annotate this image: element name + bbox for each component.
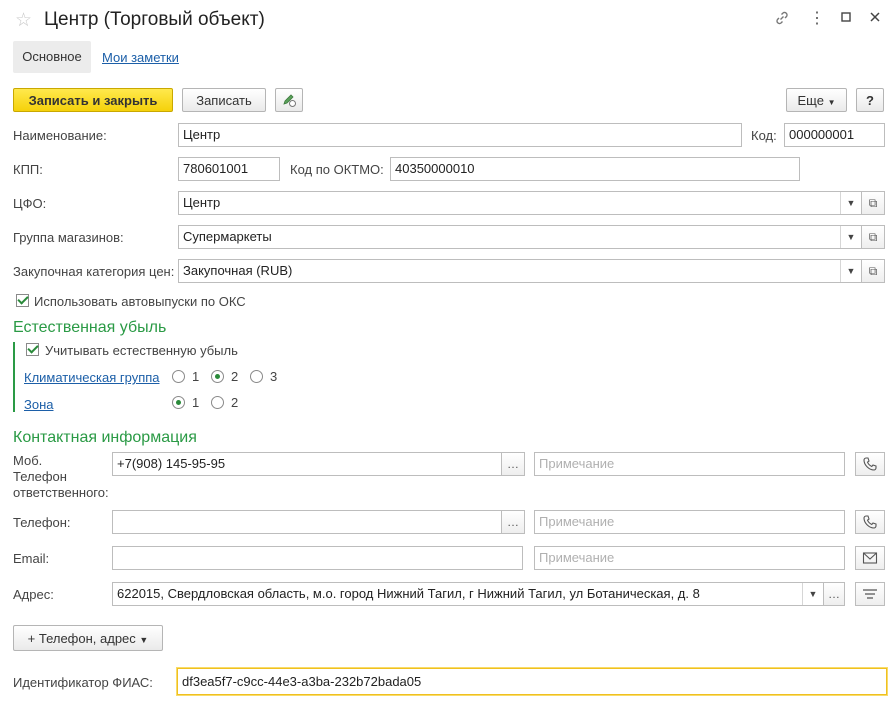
address-options-button[interactable] bbox=[855, 582, 885, 606]
climate-group-link[interactable]: Климатическая группа bbox=[24, 370, 160, 385]
cfo-label: ЦФО: bbox=[13, 196, 47, 211]
fias-label: Идентификатор ФИАС: bbox=[13, 675, 153, 690]
open-cfo-button[interactable]: ⧉ bbox=[861, 191, 885, 215]
store-group-label: Группа магазинов: bbox=[13, 230, 124, 245]
mobile-label-line: Телефон bbox=[13, 469, 67, 484]
chevron-down-icon[interactable]: ▼ bbox=[840, 260, 861, 282]
more-button-label: Еще bbox=[797, 93, 824, 108]
favorite-star-icon[interactable]: ☆ bbox=[15, 9, 32, 32]
address-value: 622015, Свердловская область, м.о. город… bbox=[117, 586, 700, 601]
zone-option-2: 2 bbox=[231, 395, 239, 410]
oktmo-label: Код по ОКТМО: bbox=[290, 162, 384, 177]
chevron-down-icon[interactable]: ▼ bbox=[840, 192, 861, 214]
price-category-value: Закупочная (RUB) bbox=[183, 263, 293, 278]
mobile-phone-input[interactable]: +7(908) 145-95-95 bbox=[112, 452, 502, 476]
phone-icon bbox=[862, 515, 878, 533]
phone-more-button[interactable]: … bbox=[501, 510, 525, 534]
more-vertical-icon[interactable]: ⋮ bbox=[808, 10, 826, 28]
climate-option-1: 1 bbox=[192, 369, 200, 384]
climate-radio-3[interactable] bbox=[250, 370, 263, 383]
open-store-group-button[interactable]: ⧉ bbox=[861, 225, 885, 249]
call-mobile-button[interactable] bbox=[855, 452, 885, 476]
email-note-input[interactable]: Примечание bbox=[534, 546, 845, 570]
maximize-icon[interactable] bbox=[837, 10, 855, 28]
fias-input[interactable]: df3ea5f7-c9cc-44e3-a3ba-232b72bada05 bbox=[177, 668, 887, 695]
send-email-button[interactable] bbox=[855, 546, 885, 570]
mobile-note-input[interactable]: Примечание bbox=[534, 452, 845, 476]
tab-my-notes[interactable]: Мои заметки bbox=[102, 50, 179, 65]
open-window-icon: ⧉ bbox=[868, 264, 878, 278]
climate-option-2: 2 bbox=[231, 369, 239, 384]
email-input[interactable] bbox=[112, 546, 523, 570]
climate-radio-2[interactable] bbox=[211, 370, 224, 383]
save-and-close-button[interactable]: Записать и закрыть bbox=[13, 88, 173, 112]
help-button[interactable]: ? bbox=[856, 88, 884, 112]
cfo-select[interactable]: Центр ▼ bbox=[178, 191, 862, 215]
zone-link[interactable]: Зона bbox=[24, 397, 54, 412]
mobile-phone-more-button[interactable]: … bbox=[501, 452, 525, 476]
autorelease-label: Использовать автовыпуски по ОКС bbox=[34, 294, 246, 309]
address-select[interactable]: 622015, Свердловская область, м.о. город… bbox=[112, 582, 824, 606]
window-title: Центр (Торговый объект) bbox=[44, 9, 265, 30]
address-label: Адрес: bbox=[13, 587, 54, 602]
price-category-select[interactable]: Закупочная (RUB) ▼ bbox=[178, 259, 862, 283]
open-window-icon: ⧉ bbox=[868, 196, 878, 210]
link-icon[interactable] bbox=[773, 10, 791, 28]
climate-option-3: 3 bbox=[270, 369, 278, 384]
zone-radio-1[interactable] bbox=[172, 396, 185, 409]
chevron-down-icon: ▼ bbox=[827, 98, 836, 107]
natural-loss-title: Естественная убыль bbox=[13, 319, 167, 336]
add-phone-address-label: + Телефон, адрес bbox=[27, 631, 136, 646]
kpp-input[interactable]: 780601001 bbox=[178, 157, 280, 181]
open-price-category-button[interactable]: ⧉ bbox=[861, 259, 885, 283]
more-button[interactable]: Еще ▼ bbox=[786, 88, 847, 112]
kpp-label: КПП: bbox=[13, 162, 43, 177]
oktmo-input[interactable]: 40350000010 bbox=[390, 157, 800, 181]
email-label: Email: bbox=[13, 551, 50, 566]
phone-input[interactable] bbox=[112, 510, 502, 534]
add-phone-address-button[interactable]: + Телефон, адрес ▼ bbox=[13, 625, 163, 651]
code-input[interactable]: 000000001 bbox=[784, 123, 885, 147]
name-input[interactable]: Центр bbox=[178, 123, 742, 147]
name-label: Наименование: bbox=[13, 128, 107, 143]
cfo-value: Центр bbox=[183, 195, 221, 210]
tab-main[interactable]: Основное bbox=[13, 41, 91, 73]
open-window-icon: ⧉ bbox=[868, 230, 878, 244]
phone-note-input[interactable]: Примечание bbox=[534, 510, 845, 534]
zone-radio-2[interactable] bbox=[211, 396, 224, 409]
chevron-down-icon[interactable]: ▼ bbox=[802, 583, 823, 605]
climate-radio-1[interactable] bbox=[172, 370, 185, 383]
phone-label: Телефон: bbox=[13, 515, 71, 530]
address-more-button[interactable]: … bbox=[823, 582, 845, 606]
save-button[interactable]: Записать bbox=[182, 88, 266, 112]
section-divider bbox=[13, 342, 15, 412]
call-phone-button[interactable] bbox=[855, 510, 885, 534]
close-icon[interactable] bbox=[866, 10, 884, 28]
edit-pencil-button[interactable] bbox=[275, 88, 303, 112]
zone-option-1: 1 bbox=[192, 395, 200, 410]
chevron-down-icon: ▼ bbox=[139, 635, 149, 645]
price-category-label: Закупочная категория цен: bbox=[13, 264, 175, 279]
mobile-label: Моб. Телефон ответственного: bbox=[13, 453, 109, 501]
code-label: Код: bbox=[751, 128, 777, 143]
mobile-label-line: ответственного: bbox=[13, 485, 109, 500]
mobile-label-line: Моб. bbox=[13, 453, 43, 468]
phone-icon bbox=[862, 457, 878, 475]
store-group-value: Супермаркеты bbox=[183, 229, 272, 244]
autorelease-checkbox[interactable] bbox=[16, 294, 29, 307]
menu-lines-icon bbox=[862, 589, 878, 603]
envelope-icon bbox=[862, 552, 878, 568]
natural-loss-label: Учитывать естественную убыль bbox=[45, 343, 238, 358]
store-group-select[interactable]: Супермаркеты ▼ bbox=[178, 225, 862, 249]
natural-loss-checkbox[interactable] bbox=[26, 343, 39, 356]
contact-info-title: Контактная информация bbox=[13, 429, 197, 446]
chevron-down-icon[interactable]: ▼ bbox=[840, 226, 861, 248]
pencil-icon bbox=[281, 94, 297, 111]
